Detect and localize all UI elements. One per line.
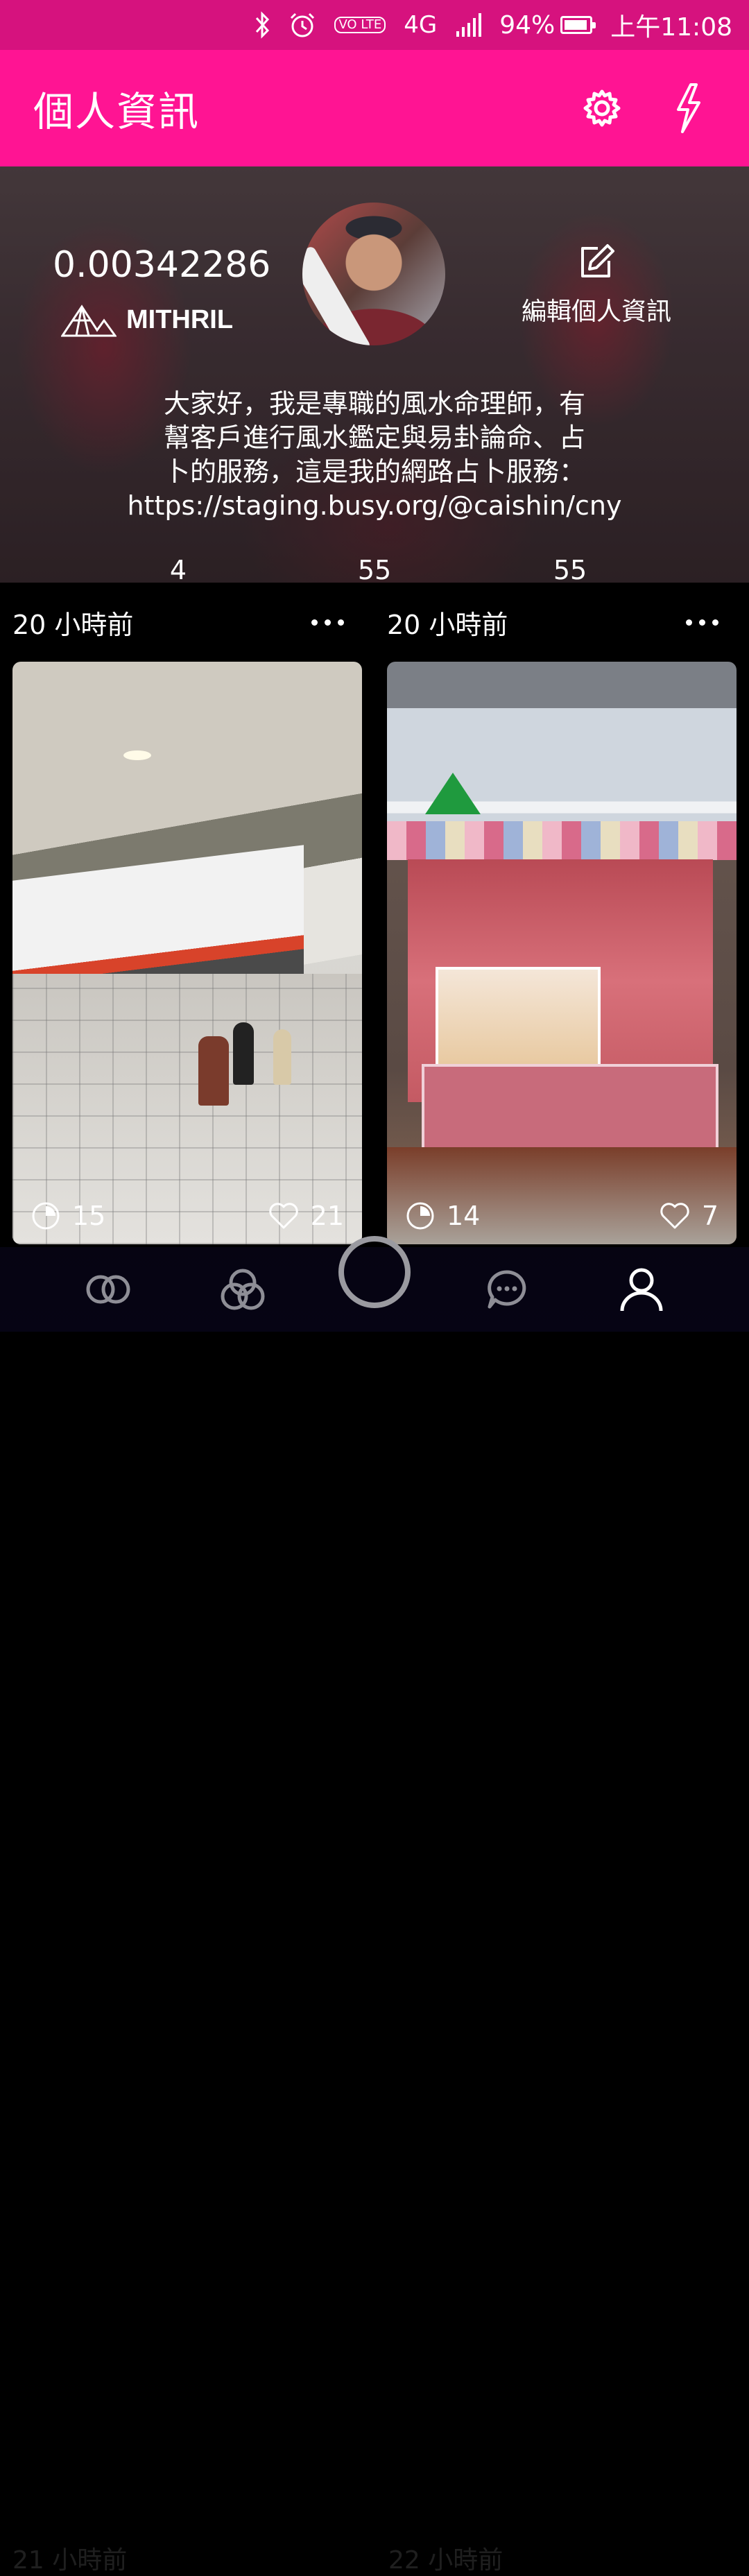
avatar[interactable]: [302, 203, 445, 345]
page-title: 個人資訊: [33, 88, 200, 135]
bakery-logo: [425, 773, 481, 814]
post-card[interactable]: 20 小時前 15 21: [12, 583, 362, 1244]
profile-icon: [620, 1268, 663, 1312]
battery-icon: [560, 16, 596, 34]
post-card[interactable]: 20 小時前 14 7: [387, 583, 737, 1244]
card-footer: 14 7: [387, 1193, 737, 1239]
mithril-logo-icon: [61, 304, 117, 337]
avatar-photo-detail: [302, 245, 372, 345]
nav-messages[interactable]: [465, 1247, 549, 1332]
bio-line: 大家好，我是專職的風水命理師，有: [163, 388, 585, 419]
volte-icon: VO LTE: [334, 17, 386, 33]
person: [273, 1029, 291, 1085]
settings-button[interactable]: [574, 80, 630, 136]
striped-awning: [387, 821, 737, 860]
views-count: 15: [72, 1201, 106, 1231]
bio-link[interactable]: https://staging.busy.org/@caishin/cny: [97, 489, 652, 523]
edit-icon: [581, 244, 614, 277]
camera-ring-icon[interactable]: [338, 1236, 411, 1308]
gear-icon: [583, 89, 621, 127]
status-bar: VO LTE 4G 94% 上午11:08: [0, 0, 749, 50]
stat-posts[interactable]: 4: [170, 555, 187, 583]
ceiling-lamp: [123, 750, 151, 760]
edit-profile-label: 編輯個人資訊: [521, 298, 671, 326]
mithril-balance: 0.00342286: [53, 244, 271, 286]
likes-count: 21: [310, 1201, 344, 1231]
lightning-icon: [677, 83, 700, 133]
stat-followers[interactable]: 55: [358, 555, 391, 583]
card-header: 20 小時前: [12, 583, 362, 662]
stat-following[interactable]: 55: [553, 555, 587, 583]
profile-header: 0.00342286 MITHRIL 編輯個人資訊 大家好，我是專職的風水命理師…: [0, 166, 749, 583]
views-count: 14: [447, 1201, 481, 1231]
dot-icon: [686, 619, 692, 626]
dot-icon: [338, 619, 344, 626]
more-options-button[interactable]: [311, 619, 362, 626]
battery-status: 94%: [499, 10, 596, 40]
post-time: 20 小時前: [387, 609, 508, 640]
alarm-icon: [289, 11, 316, 39]
clock: 上午11:08: [610, 13, 732, 42]
boost-button[interactable]: [660, 80, 716, 136]
rings-icon: [86, 1275, 130, 1304]
post-time: 20 小時前: [12, 609, 134, 640]
display-case: [436, 967, 601, 1070]
bluetooth-icon: [254, 11, 270, 39]
chat-icon: [488, 1270, 526, 1309]
network-type: 4G: [404, 11, 438, 39]
nav-profile[interactable]: [600, 1247, 683, 1332]
signal-icon: [455, 13, 482, 37]
token-label: MITHRIL: [126, 304, 234, 334]
nav-feed[interactable]: [67, 1247, 150, 1332]
person: [233, 1022, 254, 1085]
venn-icon: [221, 1269, 265, 1310]
nav-discover[interactable]: [201, 1247, 284, 1332]
battery-fill: [565, 20, 587, 30]
dot-icon: [311, 619, 318, 626]
dot-icon: [699, 619, 705, 626]
edit-profile-button[interactable]: 編輯個人資訊: [513, 243, 680, 327]
dot-icon: [712, 619, 718, 626]
likes-count: 7: [701, 1201, 718, 1231]
likes-counter[interactable]: 21: [268, 1201, 344, 1231]
post-time: 22 小時前: [388, 2546, 503, 2575]
profile-bio: 大家好，我是專職的風水命理師，有 幫客戶進行風水鑑定與易卦論命、占 卜的服務，這…: [97, 387, 652, 523]
battery-percent: 94%: [499, 10, 556, 40]
card-header: 20 小時前: [387, 583, 737, 662]
train-platform-photo[interactable]: [12, 662, 362, 1244]
heart-icon: [268, 1203, 298, 1229]
bakery-stall-photo[interactable]: [387, 662, 737, 1244]
app-bar: 個人資訊: [0, 50, 749, 166]
views-counter[interactable]: 15: [31, 1201, 105, 1231]
mithril-token: MITHRIL: [61, 302, 233, 337]
heart-icon: [660, 1203, 689, 1229]
views-icon: [406, 1202, 434, 1230]
bio-line: 幫客戶進行風水鑑定與易卦論命、占: [163, 422, 585, 453]
person: [198, 1036, 229, 1106]
more-options-button[interactable]: [686, 619, 737, 626]
views-counter[interactable]: 14: [405, 1201, 480, 1231]
bio-line: 卜的服務，這是我的網路占卜服務：: [163, 456, 585, 487]
card-footer: 15 21: [12, 1193, 362, 1239]
views-icon: [32, 1202, 60, 1230]
likes-counter[interactable]: 7: [659, 1201, 718, 1231]
post-time: 21 小時前: [12, 2546, 128, 2575]
profile-stats: 4 55 55: [0, 555, 749, 583]
post-feed: 20 小時前 15 21 20 小時前 14 7: [0, 583, 749, 1332]
dot-icon: [325, 619, 331, 626]
